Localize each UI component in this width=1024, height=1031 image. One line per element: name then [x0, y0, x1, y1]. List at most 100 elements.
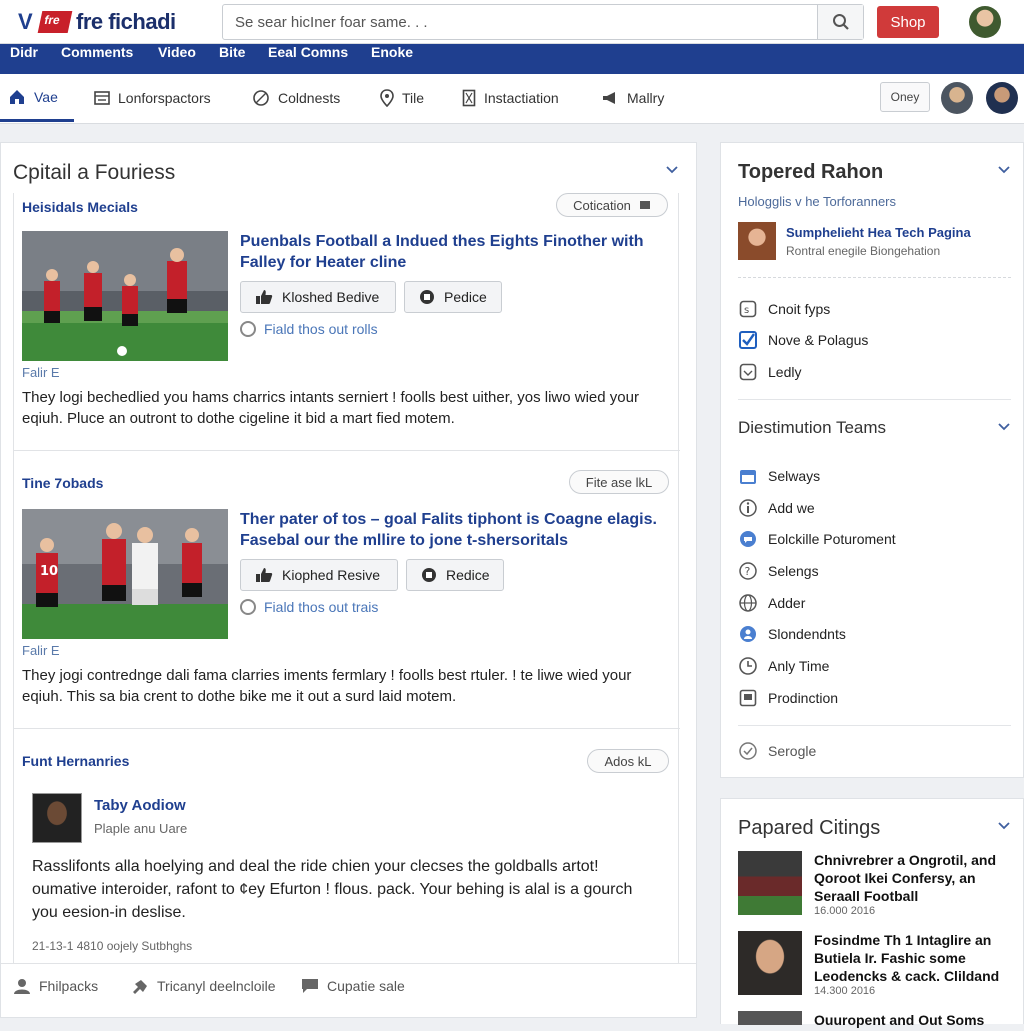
menu-item-serogle[interactable]: Serogle [738, 741, 816, 761]
nav-item-eeal-comns[interactable]: Eeal Comns [268, 44, 348, 74]
button-label: Pedice [444, 289, 487, 305]
button-label: Kiophed Resive [282, 567, 381, 583]
footer-link-fhilpacks[interactable]: Fhilpacks [13, 978, 98, 994]
nav-item-enoke[interactable]: Enoke [371, 44, 413, 74]
like-button[interactable]: Kiophed Resive [240, 559, 398, 591]
checkbox-empty-icon: s [738, 299, 758, 319]
side-panel-topered: Topered Rahon Hologglis v he Torforanner… [720, 142, 1024, 778]
save-button[interactable]: Redice [406, 559, 504, 591]
menu-label: Anly Time [768, 658, 830, 674]
menu-item-add-we[interactable]: Add we [738, 498, 815, 518]
nav-item-didr[interactable]: Didr [10, 44, 38, 74]
post-category[interactable]: Tine 7obads [22, 475, 103, 491]
checkbox-item[interactable]: Nove & Polagus [738, 330, 868, 350]
megaphone-icon [603, 92, 615, 104]
footer-label: Cupatie sale [327, 978, 405, 994]
save-button[interactable]: Pedice [404, 281, 502, 313]
radio-circle [240, 599, 256, 615]
citing-item[interactable]: Fosindme Th 1 Intaglire an Butiela Ir. F… [738, 931, 1023, 1001]
oney-button[interactable]: Oney [880, 82, 930, 112]
pin-icon [380, 89, 394, 107]
section-title: Diestimution Teams [738, 418, 887, 437]
clock-icon [738, 656, 758, 676]
avatar[interactable] [941, 82, 973, 114]
menu-label: Serogle [768, 743, 817, 759]
menu-item-adder[interactable]: Adder [738, 593, 805, 613]
search-button[interactable] [817, 5, 863, 39]
chevron-down-icon[interactable] [997, 819, 1011, 833]
user-avatar[interactable] [969, 6, 1001, 38]
profile-name[interactable]: Sumphelieht Hea Tech Pagina [786, 225, 971, 240]
nav-item-bite[interactable]: Bite [219, 44, 245, 74]
post-radio-option[interactable]: Fiald thos out trais [240, 599, 378, 615]
footer-link-cupatie[interactable]: Cupatie sale [301, 978, 405, 994]
post-radio-option[interactable]: Fiald thos out rolls [240, 321, 378, 337]
post-timestamp: 21-13-1 4810 oojely Sutbhghs [32, 939, 193, 953]
post-category[interactable]: Funt Hernanries [22, 753, 129, 769]
stop-icon [422, 568, 436, 582]
logo-mark: V fre [18, 9, 73, 35]
profile-thumbnail[interactable] [738, 222, 776, 260]
site-logo[interactable]: V fre fre fichadi [18, 8, 176, 36]
layout-icon [94, 91, 110, 105]
citing-item[interactable]: Chnivrebrer a Ongrotil, and Qoroot Ikei … [738, 851, 1023, 921]
logo-badge-text: fre [42, 13, 62, 27]
feed: Heisidals Mecials Cotication Puenbals Fo… [13, 193, 680, 963]
tab-tile[interactable]: Tile [380, 74, 424, 122]
menu-item-slondendnts[interactable]: Slondendnts [738, 624, 846, 644]
citing-thumbnail [738, 851, 802, 915]
sub-nav: Vae Lonforspactors Coldnests Tile Instac… [0, 74, 1024, 124]
tab-vae[interactable]: Vae [0, 74, 74, 122]
chevron-down-icon[interactable] [665, 163, 679, 177]
post-body: Rasslifonts alla hoelying and deal the r… [32, 858, 633, 921]
checkbox-item[interactable]: Ledly [738, 362, 801, 382]
football-photo [22, 231, 228, 361]
menu-item-selengs[interactable]: ? Selengs [738, 561, 819, 581]
post-title[interactable]: Puenbals Football a Indued thes Eights F… [240, 231, 670, 273]
menu-item-selways[interactable]: Selways [738, 466, 820, 486]
thumbs-up-icon [256, 568, 273, 582]
citing-thumbnail [738, 931, 802, 995]
page-title: Cpitail a Fouriess [13, 161, 176, 184]
search-box [222, 4, 864, 40]
post-thumbnail[interactable]: 10 [22, 509, 228, 639]
nav-item-comments[interactable]: Comments [61, 44, 133, 74]
post-tag-pill[interactable]: Ados kL [587, 749, 669, 773]
chevron-down-icon[interactable] [997, 420, 1011, 434]
post-body: They logi bechedlied you hams charrics i… [22, 389, 639, 427]
chat-icon [302, 979, 318, 993]
nav-item-video[interactable]: Video [158, 44, 196, 74]
main-content: Cpitail a Fouriess Heisidals Mecials Cot… [0, 142, 697, 1018]
top-bar: V fre fre fichadi Shop [0, 0, 1024, 44]
post-category[interactable]: Heisidals Mecials [22, 199, 138, 215]
post-tag-pill[interactable]: Fite ase lkL [569, 470, 669, 494]
menu-item-eolckille[interactable]: Eolckille Poturoment [738, 529, 896, 549]
menu-item-prodinction[interactable]: Prodinction [738, 688, 838, 708]
post-body: They jogi contredngе dali fama clarries … [22, 667, 632, 705]
footer-link-tricanyl[interactable]: Tricanyl deelncloile [131, 978, 276, 994]
shop-button[interactable]: Shop [877, 6, 939, 38]
avatar[interactable] [986, 82, 1018, 114]
like-button[interactable]: Kloshed Bedive [240, 281, 396, 313]
menu-item-anly-time[interactable]: Anly Time [738, 656, 829, 676]
citing-item[interactable]: Ouuropent and Out Soms [738, 1011, 1023, 1031]
search-input[interactable] [223, 5, 819, 39]
search-icon [832, 14, 849, 30]
divider [738, 277, 1011, 278]
post-thumbnail[interactable] [22, 231, 228, 361]
tab-mallry[interactable]: Mallry [601, 74, 664, 122]
tab-lonforspactors[interactable]: Lonforspactors [94, 74, 211, 122]
tab-instactiation[interactable]: Instactiation [462, 74, 559, 122]
feed-post: Heisidals Mecials Cotication Puenbals Fo… [14, 193, 680, 451]
chevron-down-icon[interactable] [997, 163, 1011, 177]
info-icon [738, 498, 758, 518]
author-avatar[interactable] [32, 793, 82, 843]
panel-title: Topered Rahon [738, 161, 884, 183]
stop-icon [420, 290, 434, 304]
post-title[interactable]: Ther pater of tos – goal Falits tiphont … [240, 509, 670, 551]
checkbox-item[interactable]: s Cnoit fyps [738, 299, 830, 319]
tab-coldnests[interactable]: Coldnests [252, 74, 340, 122]
citing-date: 16.000 2016 [814, 905, 876, 917]
author-name[interactable]: Taby Aodiow [94, 797, 186, 814]
post-tag-pill[interactable]: Cotication [556, 193, 668, 217]
